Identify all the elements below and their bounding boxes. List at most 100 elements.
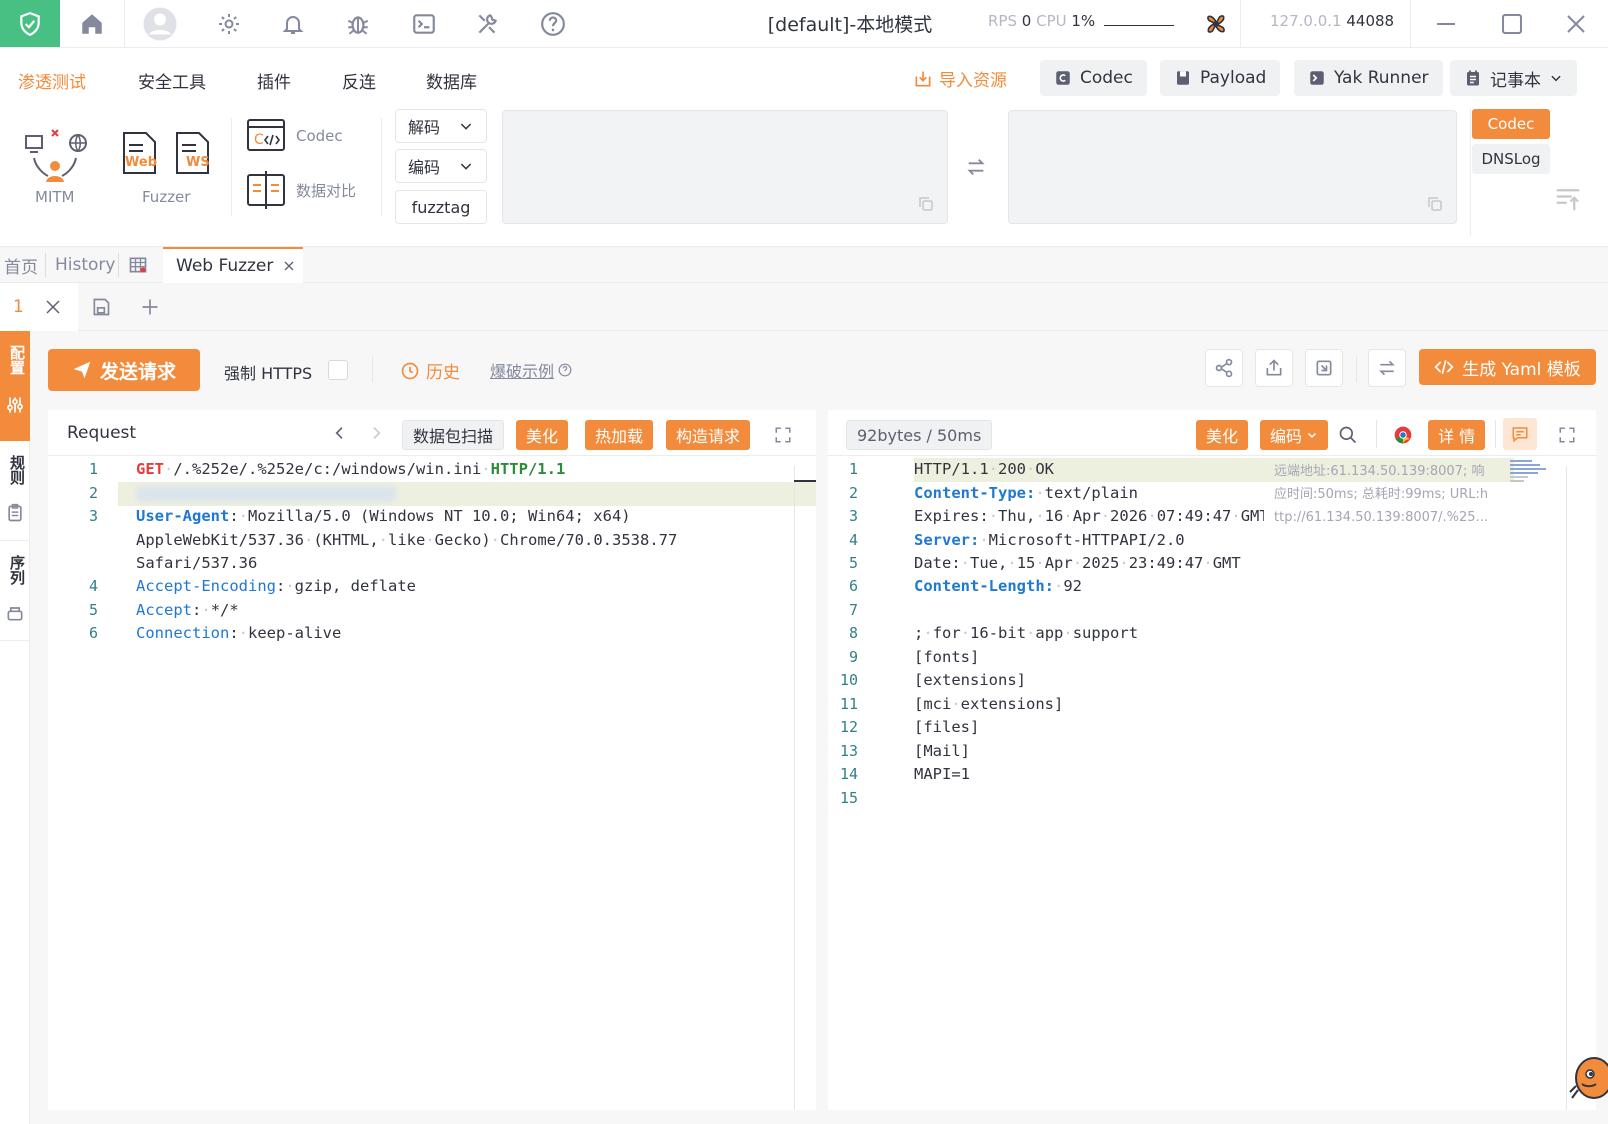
export-button[interactable] bbox=[1255, 349, 1293, 387]
request-line-5[interactable]: Accept:·*/* bbox=[136, 601, 239, 619]
codec-output-area[interactable] bbox=[1008, 110, 1457, 224]
request-line-6[interactable]: Connection:·keep-alive bbox=[136, 624, 341, 642]
home-icon[interactable] bbox=[72, 4, 112, 44]
codec-tool[interactable]: C Codec bbox=[246, 118, 343, 154]
notepad-header-button[interactable]: 记事本 bbox=[1450, 60, 1577, 96]
swap-icon bbox=[1379, 360, 1395, 376]
rail-config[interactable]: 配置 bbox=[0, 331, 30, 441]
comment-button[interactable] bbox=[1503, 418, 1537, 450]
construct-request-button[interactable]: 构造请求 bbox=[666, 420, 751, 450]
response-line-number: 6 bbox=[848, 577, 858, 595]
response-encode-button[interactable]: 编码 bbox=[1260, 420, 1329, 450]
close-subtab-icon[interactable] bbox=[44, 298, 62, 316]
tools-icon[interactable] bbox=[468, 4, 508, 44]
swap-icon[interactable] bbox=[965, 156, 987, 182]
subtab-1[interactable]: 1 bbox=[0, 283, 78, 331]
expand-icon[interactable] bbox=[1558, 426, 1576, 444]
data-compare-tool[interactable]: 数据对比 bbox=[246, 171, 356, 209]
ws-fuzzer-tool[interactable]: WS bbox=[174, 131, 212, 179]
encode-select[interactable]: 编码 bbox=[395, 149, 487, 183]
terminal-icon[interactable] bbox=[404, 4, 444, 44]
rail-sequence[interactable]: 序列 bbox=[0, 541, 30, 641]
response-status-line[interactable]: HTTP/1.1·200·OK bbox=[914, 460, 1054, 478]
response-body-line[interactable]: [Mail] bbox=[914, 742, 970, 760]
response-line-2[interactable]: Content-Type:·text/plain bbox=[914, 484, 1138, 502]
side-tab-dnslog[interactable]: DNSLog bbox=[1472, 144, 1550, 174]
menu-database[interactable]: 数据库 bbox=[426, 68, 477, 93]
tab-table-view[interactable] bbox=[128, 247, 148, 283]
response-line-5[interactable]: Date:·Tue,·15·Apr·2025·23:49:47·GMT bbox=[914, 554, 1241, 572]
payload-header-button[interactable]: Payload bbox=[1160, 60, 1281, 96]
chevron-left-icon[interactable] bbox=[332, 425, 348, 441]
request-line-1[interactable]: GET·/.%252e/.%252e/c:/windows/win.ini·HT… bbox=[136, 460, 565, 478]
chrome-icon[interactable] bbox=[1393, 425, 1413, 445]
add-subtab-icon[interactable] bbox=[140, 297, 160, 321]
response-body-line[interactable]: [mci·extensions] bbox=[914, 695, 1063, 713]
gear-icon[interactable] bbox=[209, 4, 249, 44]
web-fuzzer-tool[interactable]: Web bbox=[121, 131, 159, 179]
chevron-right-icon[interactable] bbox=[368, 425, 384, 441]
help-icon[interactable] bbox=[533, 4, 573, 44]
force-https-checkbox[interactable] bbox=[328, 360, 348, 380]
response-line-3[interactable]: Expires:·Thu,·16·Apr·2026·07:49:47·GMT bbox=[914, 507, 1264, 525]
send-request-button[interactable]: 发送请求 bbox=[48, 349, 200, 391]
response-beautify-button[interactable]: 美化 bbox=[1196, 420, 1249, 450]
yak-runner-header-label: Yak Runner bbox=[1334, 68, 1429, 88]
tab-web-fuzzer[interactable]: Web Fuzzer bbox=[163, 247, 303, 283]
request-beautify-button[interactable]: 美化 bbox=[516, 420, 569, 450]
maximize-icon[interactable] bbox=[1492, 4, 1532, 44]
hot-reload-button[interactable]: 热加载 bbox=[585, 420, 654, 450]
side-tab-codec[interactable]: Codec bbox=[1472, 109, 1550, 139]
share-button[interactable] bbox=[1205, 349, 1243, 387]
swap-layout-button[interactable] bbox=[1368, 349, 1406, 387]
chevron-down-icon bbox=[1307, 432, 1317, 439]
response-line-4[interactable]: Server:·Microsoft-HTTPAPI/2.0 bbox=[914, 531, 1185, 549]
yak-runner-header-button[interactable]: Yak Runner bbox=[1294, 60, 1443, 96]
import-button[interactable] bbox=[1305, 349, 1343, 387]
response-body-line[interactable]: [extensions] bbox=[914, 671, 1026, 689]
tab-history[interactable]: History bbox=[55, 247, 115, 283]
response-detail-button[interactable]: 详 情 bbox=[1428, 420, 1486, 450]
menu-plugins[interactable]: 插件 bbox=[257, 68, 291, 93]
generate-yaml-button[interactable]: 生成 Yaml 模板 bbox=[1419, 349, 1596, 385]
copy-icon[interactable] bbox=[917, 195, 935, 213]
minimize-icon[interactable] bbox=[1426, 4, 1466, 44]
shield-icon[interactable] bbox=[0, 0, 60, 47]
search-icon[interactable] bbox=[1338, 425, 1358, 445]
bug-icon[interactable] bbox=[338, 4, 378, 44]
close-tab-icon[interactable] bbox=[283, 260, 295, 272]
bell-icon[interactable] bbox=[273, 4, 313, 44]
request-panel: Request 数据包扫描 美化 热加载 构造请求 1 GET·/.%252e/… bbox=[48, 410, 818, 1110]
response-body-line[interactable]: [fonts] bbox=[914, 648, 979, 666]
menu-pentest[interactable]: 渗透测试 bbox=[18, 68, 86, 93]
avatar-icon[interactable] bbox=[140, 4, 180, 44]
request-line-number: 1 bbox=[88, 460, 98, 478]
menu-reverse[interactable]: 反连 bbox=[342, 68, 376, 93]
response-body-line[interactable]: ;·for·16-bit·app·support bbox=[914, 624, 1138, 642]
save-icon[interactable] bbox=[91, 297, 111, 321]
decode-select[interactable]: 解码 bbox=[395, 109, 487, 143]
brute-example-link[interactable]: 爆破示例 bbox=[490, 358, 572, 382]
rail-rules[interactable]: 规则 bbox=[0, 441, 30, 541]
minimap[interactable] bbox=[1510, 460, 1550, 490]
tab-home[interactable]: 首页 bbox=[4, 247, 38, 283]
copy-icon[interactable] bbox=[1426, 195, 1444, 213]
codec-input-area[interactable] bbox=[502, 110, 948, 224]
mitm-tool[interactable] bbox=[22, 128, 88, 188]
codec-header-button[interactable]: Codec bbox=[1040, 60, 1147, 96]
fuzztag-button[interactable]: fuzztag bbox=[395, 190, 487, 224]
response-line-6[interactable]: Content-Length:·92 bbox=[914, 577, 1082, 595]
history-button[interactable]: 历史 bbox=[400, 358, 460, 383]
import-resource-button[interactable]: 导入资源 bbox=[913, 66, 1007, 91]
close-icon[interactable] bbox=[1556, 4, 1596, 44]
response-url-info: ttp://61.134.50.139:8007/.%25... bbox=[1274, 510, 1488, 525]
packet-scan-button[interactable]: 数据包扫描 bbox=[402, 420, 505, 450]
menu-security-tools[interactable]: 安全工具 bbox=[138, 68, 206, 93]
request-line-4[interactable]: Accept-Encoding:·gzip, deflate bbox=[136, 577, 416, 595]
expand-icon[interactable] bbox=[774, 426, 792, 444]
request-line-3[interactable]: User-Agent:·Mozilla/5.0 (Windows NT 10.0… bbox=[136, 507, 631, 525]
response-body-line[interactable]: [files] bbox=[914, 718, 979, 736]
sort-icon[interactable] bbox=[1553, 184, 1583, 218]
mascot-icon[interactable] bbox=[1568, 1050, 1608, 1116]
response-body-line[interactable]: MAPI=1 bbox=[914, 765, 970, 783]
